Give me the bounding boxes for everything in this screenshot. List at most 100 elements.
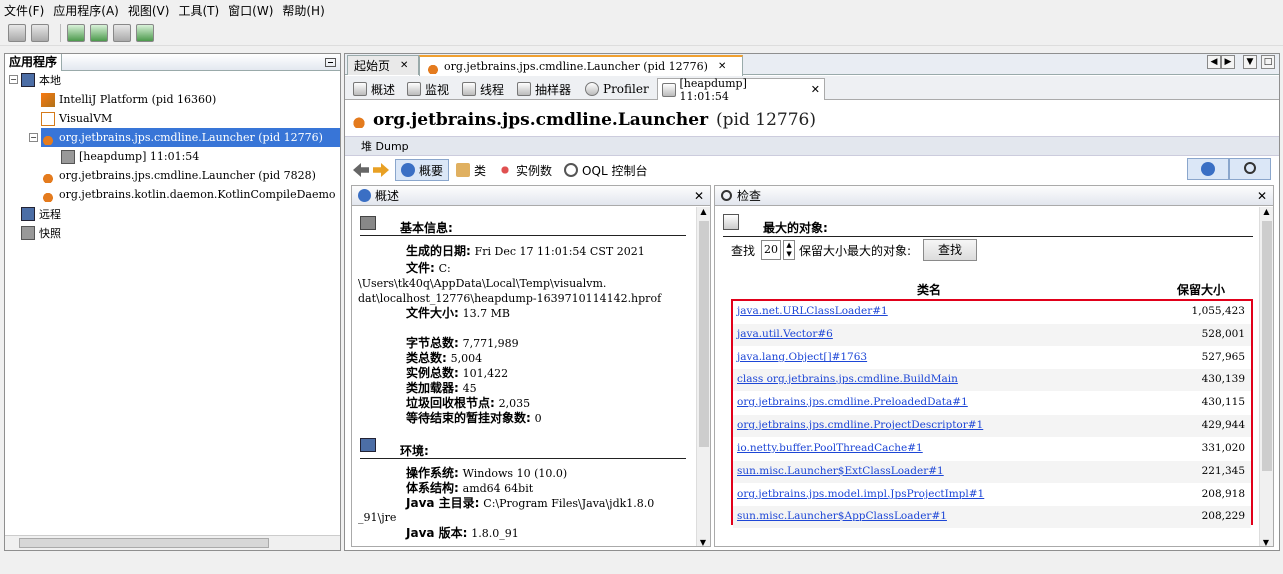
scrollbar-thumb[interactable] (1262, 221, 1272, 471)
menu-file[interactable]: 文件(F) (4, 2, 44, 19)
add-core-dump-icon[interactable] (113, 23, 131, 42)
forward-arrow-icon[interactable] (373, 163, 389, 177)
table-row[interactable]: java.util.Vector#6 528,001 (733, 324, 1251, 346)
table-row[interactable]: class org.jetbrains.jps.cmdline.BuildMai… (733, 369, 1251, 391)
menu-view[interactable]: 视图(V) (128, 2, 170, 19)
instances-icon (498, 163, 513, 177)
menu-help[interactable]: 帮助(H) (282, 2, 324, 19)
generated-value: Fri Dec 17 11:01:54 CST 2021 (474, 245, 645, 258)
java-home-label: Java 主目录: (406, 496, 480, 510)
tab-sampler[interactable]: 抽样器 (513, 78, 575, 100)
show-tabs-list-icon[interactable]: ▼ (1243, 55, 1257, 69)
classloaders-label: 类加载器: (406, 381, 459, 395)
minimize-icon[interactable] (325, 57, 336, 67)
application-view-tabs: 概述 监视 线程 抽样器 Profiler [heapdump] 11:01:5… (345, 76, 1279, 103)
table-row[interactable]: io.netty.buffer.PoolThreadCache#1 331,020 (733, 438, 1251, 460)
scroll-down-icon[interactable]: ▼ (697, 538, 709, 546)
scrollbar-thumb[interactable] (19, 538, 269, 548)
horizontal-scrollbar[interactable] (5, 535, 340, 550)
file-label: 文件: (406, 261, 435, 275)
overview-icon (353, 82, 367, 96)
tab-threads[interactable]: 线程 (458, 78, 508, 100)
vertical-scrollbar[interactable]: ▲ ▼ (696, 207, 710, 546)
collapse-local-icon[interactable]: − (9, 75, 18, 84)
tree-node-launcher-7828[interactable]: org.jetbrains.jps.cmdline.Launcher (pid … (41, 166, 316, 185)
java-icon (41, 168, 55, 183)
info-icon (1201, 162, 1215, 176)
find-button[interactable]: 查找 (923, 239, 978, 261)
table-row[interactable]: org.jetbrains.jps.model.impl.JpsProjectI… (733, 484, 1251, 506)
tree-node-launcher-12776[interactable]: org.jetbrains.jps.cmdline.Launcher (pid … (41, 128, 340, 147)
tab-overview[interactable]: 概述 (349, 78, 399, 100)
scroll-up-icon[interactable]: ▲ (1260, 207, 1273, 216)
tree-node-remote[interactable]: 远程 (21, 204, 61, 223)
intellij-icon (41, 92, 55, 107)
add-remote-host-icon[interactable] (90, 23, 108, 42)
inspect-toggle-button[interactable] (1229, 158, 1271, 180)
file-path-line-1: \Users\tk40q\AppData\Local\Temp\visualvm… (358, 277, 607, 290)
collapse-launcher-icon[interactable]: − (29, 133, 38, 142)
table-row[interactable]: sun.misc.Launcher$ExtClassLoader#1 221,34… (733, 461, 1251, 483)
tab-profiler[interactable]: Profiler (581, 78, 653, 100)
file-value: C: (438, 262, 451, 275)
column-retained-size[interactable]: 保留大小 (1177, 281, 1225, 298)
tree-node-visualvm[interactable]: VisualVM (41, 109, 112, 128)
close-icon[interactable]: ✕ (1257, 189, 1267, 203)
environment-icon (360, 438, 376, 452)
table-header: 类名 保留大小 (731, 278, 1249, 298)
column-class-name[interactable]: 类名 (917, 281, 941, 298)
info-icon (401, 163, 415, 177)
vertical-scrollbar[interactable]: ▲ ▼ (1259, 207, 1273, 546)
object-count-stepper[interactable]: ▲ ▼ (783, 240, 796, 260)
tree-node-heapdump[interactable]: [heapdump] 11:01:54 (61, 147, 199, 166)
view-instances-button[interactable]: 实例数 (493, 159, 557, 181)
tab-monitor[interactable]: 监视 (403, 78, 453, 100)
menu-window[interactable]: 窗口(W) (228, 2, 273, 19)
tree-node-intellij[interactable]: IntelliJ Platform (pid 16360) (41, 90, 216, 109)
info-toggle-button[interactable] (1187, 158, 1229, 180)
add-jmx-connection-icon[interactable] (67, 23, 85, 42)
open-icon[interactable] (8, 23, 26, 42)
object-count-field[interactable]: 20 (761, 240, 782, 260)
table-row[interactable]: org.jetbrains.jps.cmdline.PreloadedData#… (733, 392, 1251, 414)
java-version-label: Java 版本: (406, 526, 468, 540)
overview-panel: 概述 ✕ 基本信息: 生成的日期: Fri Dec 17 11:01:54 CS… (351, 185, 711, 547)
close-icon[interactable]: ✕ (811, 83, 820, 96)
tree-node-kotlin-daemon[interactable]: org.jetbrains.kotlin.daemon.KotlinCompil… (41, 185, 340, 204)
search-icon (1244, 162, 1256, 174)
table-row[interactable]: java.net.URLClassLoader#1 1,055,423 (733, 301, 1251, 323)
tab-heapdump[interactable]: [heapdump] 11:01:54 ✕ (657, 77, 825, 103)
basic-info-heading: 基本信息: (400, 221, 453, 235)
scroll-tabs-right-icon[interactable]: ▶ (1221, 55, 1235, 69)
profiler-icon (585, 82, 599, 96)
tab-start-page[interactable]: 起始页 ✕ (347, 55, 419, 75)
add-snapshot-icon[interactable] (136, 23, 154, 42)
tree-node-snapshots[interactable]: 快照 (21, 223, 61, 242)
scroll-up-icon[interactable]: ▲ (697, 207, 710, 216)
back-arrow-icon[interactable] (353, 163, 369, 177)
scroll-tabs-left-icon[interactable]: ◀ (1207, 55, 1221, 69)
table-row[interactable]: java.lang.Object[]#1763 527,965 (733, 347, 1251, 369)
table-row[interactable]: sun.misc.Launcher$AppClassLoader#1 208,22… (733, 506, 1251, 528)
scroll-down-icon[interactable]: ▼ (1260, 538, 1272, 546)
table-row[interactable]: org.jetbrains.jps.cmdline.ProjectDescrip… (733, 415, 1251, 437)
close-icon[interactable]: ✕ (718, 61, 726, 72)
view-summary-button[interactable]: 概要 (395, 159, 450, 181)
tree-node-local[interactable]: 本地 (21, 70, 61, 89)
menu-application[interactable]: 应用程序(A) (53, 2, 119, 19)
oql-icon (564, 163, 579, 177)
scrollbar-thumb[interactable] (699, 221, 709, 447)
view-classes-button[interactable]: 类 (451, 159, 491, 181)
monitor-icon (407, 82, 421, 96)
view-oql-button[interactable]: OQL 控制台 (559, 159, 652, 181)
java-icon (426, 59, 440, 74)
classes-icon (456, 163, 471, 177)
menu-tools[interactable]: 工具(T) (178, 2, 219, 19)
main-toolbar (0, 20, 1283, 46)
close-icon[interactable]: ✕ (400, 60, 408, 71)
maximize-icon[interactable]: □ (1261, 55, 1275, 69)
tab-launcher[interactable]: org.jetbrains.jps.cmdline.Launcher (pid … (419, 55, 743, 76)
close-icon[interactable]: ✕ (694, 189, 704, 203)
overview-panel-header: 概述 ✕ (352, 186, 710, 206)
save-icon[interactable] (31, 23, 49, 42)
